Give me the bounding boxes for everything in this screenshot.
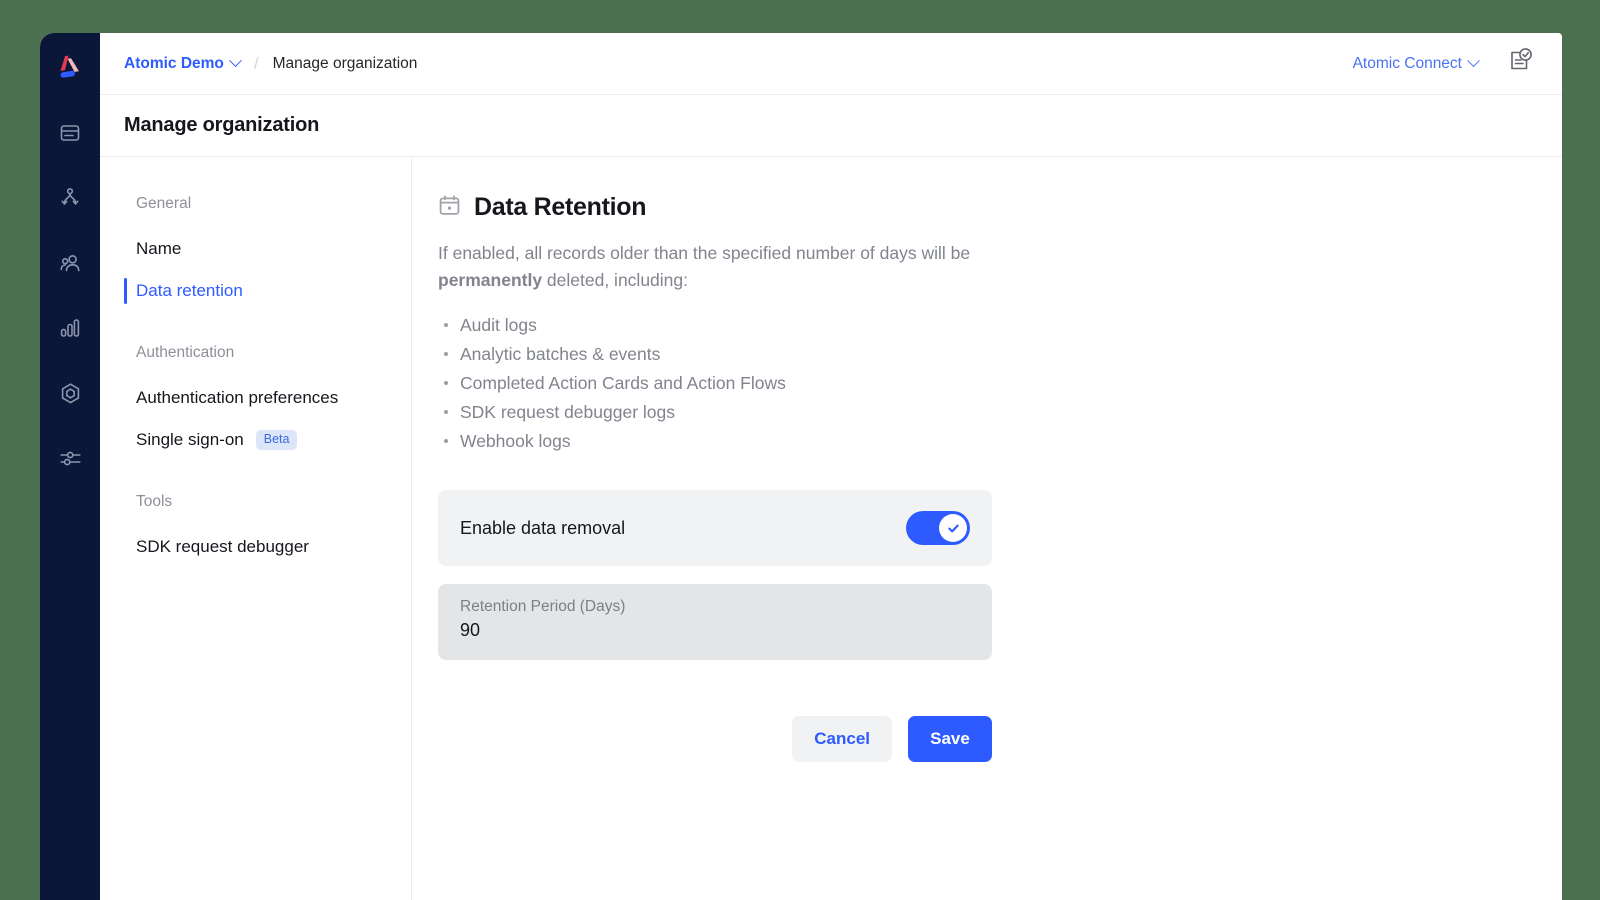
bar-chart-icon <box>58 316 82 340</box>
atomic-logo-glyph <box>60 55 79 78</box>
sidebar-item-flows[interactable] <box>48 176 92 220</box>
enable-data-removal-row[interactable]: Enable data removal <box>438 490 992 567</box>
section-description: If enabled, all records older than the s… <box>438 240 998 293</box>
chevron-down-icon <box>1467 54 1480 68</box>
document-check-button[interactable] <box>1502 47 1536 81</box>
nav-item-label: Authentication preferences <box>136 388 339 407</box>
list-item: Completed Action Cards and Action Flows <box>438 369 1562 398</box>
atomic-logo-icon[interactable] <box>53 51 87 85</box>
list-item: Analytic batches & events <box>438 340 1562 369</box>
breadcrumb-current: Manage organization <box>272 54 418 72</box>
sidebar-item-name[interactable]: Name <box>100 232 411 266</box>
description-part-2: deleted, including: <box>542 269 689 290</box>
settings-nav: General Name Data retention Authenticati… <box>100 157 412 900</box>
body-split: General Name Data retention Authenticati… <box>100 157 1562 900</box>
sidebar-item-card-list[interactable] <box>48 111 92 155</box>
nav-item-label: Single sign-on <box>136 430 244 449</box>
card-list-icon <box>58 121 82 145</box>
sliders-icon <box>58 446 83 471</box>
content-pane: Data Retention If enabled, all records o… <box>412 157 1562 900</box>
save-button[interactable]: Save <box>908 716 992 763</box>
page-title: Manage organization <box>124 114 320 136</box>
retention-period-value[interactable]: 90 <box>460 620 970 641</box>
retention-form: Enable data removal Retention Period (Da… <box>438 490 992 763</box>
sidebar-item-hexagon[interactable] <box>48 371 92 415</box>
enable-data-removal-toggle[interactable] <box>906 511 970 546</box>
nav-group-label: General <box>136 195 192 212</box>
section-title: Data Retention <box>474 193 647 221</box>
flow-branch-icon <box>58 186 82 210</box>
calendar-icon <box>438 194 461 222</box>
nav-group-authentication: Authentication Authentication preference… <box>100 344 411 457</box>
atomic-connect-label: Atomic Connect <box>1352 54 1462 72</box>
nav-item-label: SDK request debugger <box>136 537 309 556</box>
nav-item-label: Data retention <box>136 281 243 300</box>
description-emphasis: permanently <box>438 269 543 290</box>
breadcrumb-org-selector[interactable]: Atomic Demo <box>124 54 242 73</box>
description-part-1: If enabled, all records older than the s… <box>438 243 971 263</box>
check-icon <box>947 524 959 533</box>
page-title-bar: Manage organization <box>100 95 1562 157</box>
app-window: Atomic Demo / Manage organization Atomic… <box>40 33 1562 900</box>
list-item: Webhook logs <box>438 427 1562 456</box>
cancel-button[interactable]: Cancel <box>792 716 892 763</box>
sidebar-item-authentication-preferences[interactable]: Authentication preferences <box>100 381 411 415</box>
nav-group-tools: Tools SDK request debugger <box>100 493 411 564</box>
enable-data-removal-label: Enable data removal <box>460 517 626 538</box>
nav-group-general: General Name Data retention <box>100 195 411 308</box>
list-item: Audit logs <box>438 311 1562 340</box>
sidebar-item-sdk-request-debugger[interactable]: SDK request debugger <box>100 530 411 564</box>
nav-group-label: Tools <box>136 493 173 510</box>
section-header: Data Retention <box>438 193 1562 222</box>
sidebar-item-data-retention[interactable]: Data retention <box>100 274 411 308</box>
document-check-icon <box>1504 46 1534 81</box>
hexagon-icon <box>58 381 83 406</box>
people-icon <box>58 251 83 276</box>
toggle-knob <box>939 514 967 543</box>
breadcrumb-org-label: Atomic Demo <box>124 54 224 72</box>
deleted-records-list: Audit logs Analytic batches & events Com… <box>438 311 1562 456</box>
form-actions: Cancel Save <box>438 716 992 763</box>
topbar-right-group: Atomic Connect <box>1353 47 1536 81</box>
chevron-down-icon <box>229 54 242 68</box>
retention-period-field[interactable]: Retention Period (Days) 90 <box>438 584 992 661</box>
nav-group-label: Authentication <box>136 344 235 361</box>
sidebar-item-analytics[interactable] <box>48 306 92 350</box>
atomic-connect-menu[interactable]: Atomic Connect <box>1352 54 1480 73</box>
beta-badge: Beta <box>255 430 298 450</box>
breadcrumb-separator: / <box>253 53 259 73</box>
nav-item-label: Name <box>136 239 182 258</box>
primary-icon-rail <box>40 33 100 900</box>
sidebar-item-people[interactable] <box>48 241 92 285</box>
sidebar-item-settings-sliders[interactable] <box>48 436 92 480</box>
sidebar-item-single-sign-on[interactable]: Single sign-on Beta <box>100 423 411 457</box>
main-column: Atomic Demo / Manage organization Atomic… <box>100 33 1562 900</box>
retention-period-label: Retention Period (Days) <box>460 598 626 616</box>
topbar: Atomic Demo / Manage organization Atomic… <box>100 33 1562 95</box>
list-item: SDK request debugger logs <box>438 398 1562 427</box>
